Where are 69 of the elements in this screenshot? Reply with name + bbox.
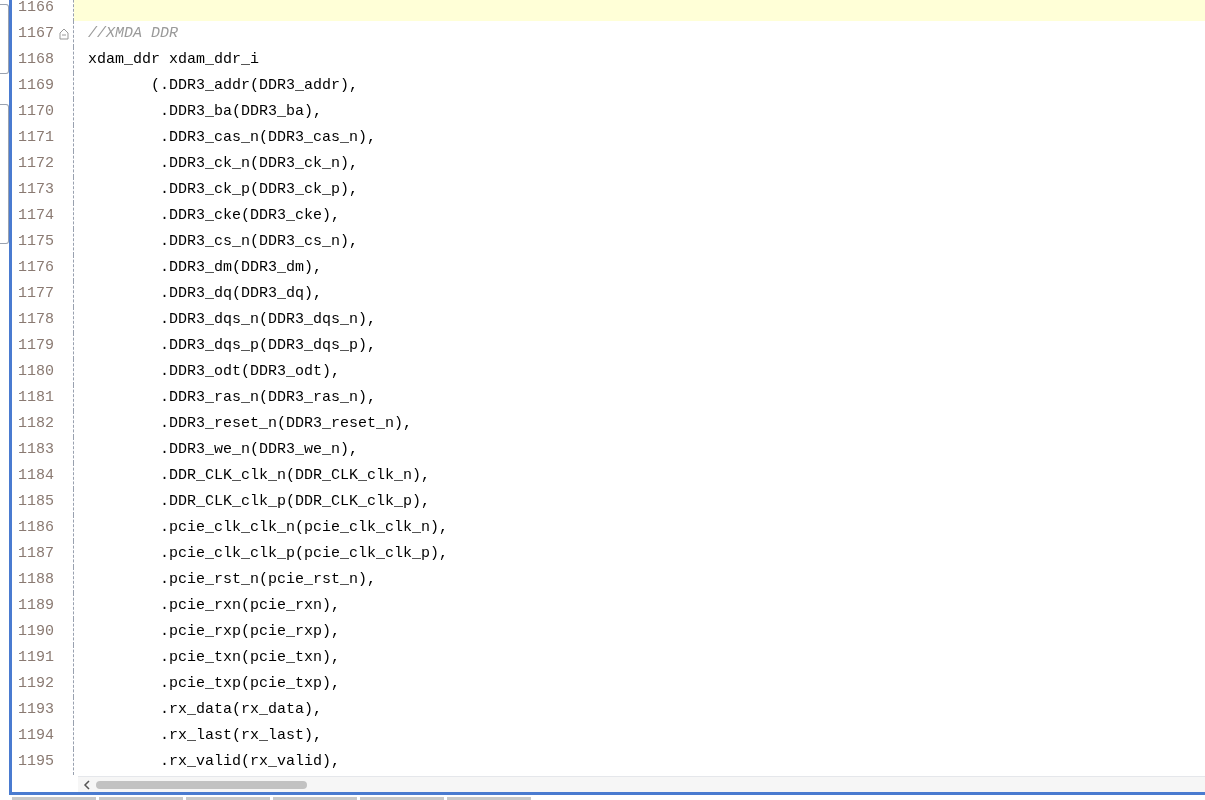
code-line: .DDR3_ras_n(DDR3_ras_n),: [159, 387, 377, 408]
code-line: xdam_ddr xdam_ddr_i: [88, 49, 260, 70]
line-number: 1187: [17, 543, 55, 564]
line-number: 1183: [17, 439, 55, 460]
line-number: 1184: [17, 465, 55, 486]
line-number: 1174: [17, 205, 55, 226]
tab-strip[interactable]: [12, 797, 96, 800]
line-number: 1178: [17, 309, 55, 330]
line-number: 1175: [17, 231, 55, 252]
tab-strip[interactable]: [273, 797, 357, 800]
line-number: 1166: [17, 0, 55, 18]
code-line: .DDR3_dqs_p(DDR3_dqs_p),: [159, 335, 377, 356]
code-line: .DDR3_ba(DDR3_ba),: [159, 101, 323, 122]
line-number: 1170: [17, 101, 55, 122]
code-line: .rx_last(rx_last),: [159, 725, 323, 746]
code-line: .DDR3_we_n(DDR3_we_n),: [159, 439, 359, 460]
line-number: 1192: [17, 673, 55, 694]
code-line: .DDR3_dqs_n(DDR3_dqs_n),: [159, 309, 377, 330]
code-comment: //XMDA DDR: [88, 23, 178, 44]
code-line: .DDR3_ck_p(DDR3_ck_p),: [159, 179, 359, 200]
scroll-left-icon[interactable]: [82, 779, 92, 790]
line-number: 1181: [17, 387, 55, 408]
line-number: 1176: [17, 257, 55, 278]
line-number: 1172: [17, 153, 55, 174]
line-number: 1190: [17, 621, 55, 642]
line-number: 1169: [17, 75, 55, 96]
line-number: 1188: [17, 569, 55, 590]
line-number: 1180: [17, 361, 55, 382]
code-line: .pcie_rst_n(pcie_rst_n),: [159, 569, 377, 590]
line-number: 1167: [17, 23, 55, 44]
tab-strip[interactable]: [360, 797, 444, 800]
code-line: .pcie_rxn(pcie_rxn),: [159, 595, 341, 616]
line-number: 1195: [17, 751, 55, 772]
code-line: .DDR3_dm(DDR3_dm),: [159, 257, 323, 278]
line-number: 1186: [17, 517, 55, 538]
line-number: 1185: [17, 491, 55, 512]
line-number: 1179: [17, 335, 55, 356]
tab-strip[interactable]: [186, 797, 270, 800]
code-line: (.DDR3_addr(DDR3_addr),: [150, 75, 359, 96]
code-line: .DDR3_cas_n(DDR3_cas_n),: [159, 127, 377, 148]
line-number: 1191: [17, 647, 55, 668]
line-number: 1182: [17, 413, 55, 434]
code-line: .rx_valid(rx_valid),: [159, 751, 341, 772]
line-number: 1168: [17, 49, 55, 70]
code-line: .DDR3_dq(DDR3_dq),: [159, 283, 323, 304]
line-number: 1194: [17, 725, 55, 746]
line-number: 1171: [17, 127, 55, 148]
code-line: .rx_data(rx_data),: [159, 699, 323, 720]
tab-strip[interactable]: [99, 797, 183, 800]
code-line: .DDR3_cke(DDR3_cke),: [159, 205, 341, 226]
line-number: 1189: [17, 595, 55, 616]
code-line: .DDR3_ck_n(DDR3_ck_n),: [159, 153, 359, 174]
line-number: 1173: [17, 179, 55, 200]
code-line: .pcie_clk_clk_p(pcie_clk_clk_p),: [159, 543, 449, 564]
line-number: 1177: [17, 283, 55, 304]
line-number: 1193: [17, 699, 55, 720]
panel-edge: [0, 4, 9, 74]
code-line: .DDR_CLK_clk_p(DDR_CLK_clk_p),: [159, 491, 431, 512]
fold-icon[interactable]: [59, 28, 69, 40]
code-line: .pcie_txp(pcie_txp),: [159, 673, 341, 694]
code-line: .DDR3_odt(DDR3_odt),: [159, 361, 341, 382]
code-line: .DDR_CLK_clk_n(DDR_CLK_clk_n),: [159, 465, 431, 486]
code-line: .pcie_txn(pcie_txn),: [159, 647, 341, 668]
code-line: .pcie_clk_clk_n(pcie_clk_clk_n),: [159, 517, 449, 538]
code-line: .DDR3_cs_n(DDR3_cs_n),: [159, 231, 359, 252]
scrollbar-thumb[interactable]: [96, 780, 307, 789]
code-line: .pcie_rxp(pcie_rxp),: [159, 621, 341, 642]
tab-strip[interactable]: [447, 797, 531, 800]
code-line: .DDR3_reset_n(DDR3_reset_n),: [159, 413, 413, 434]
